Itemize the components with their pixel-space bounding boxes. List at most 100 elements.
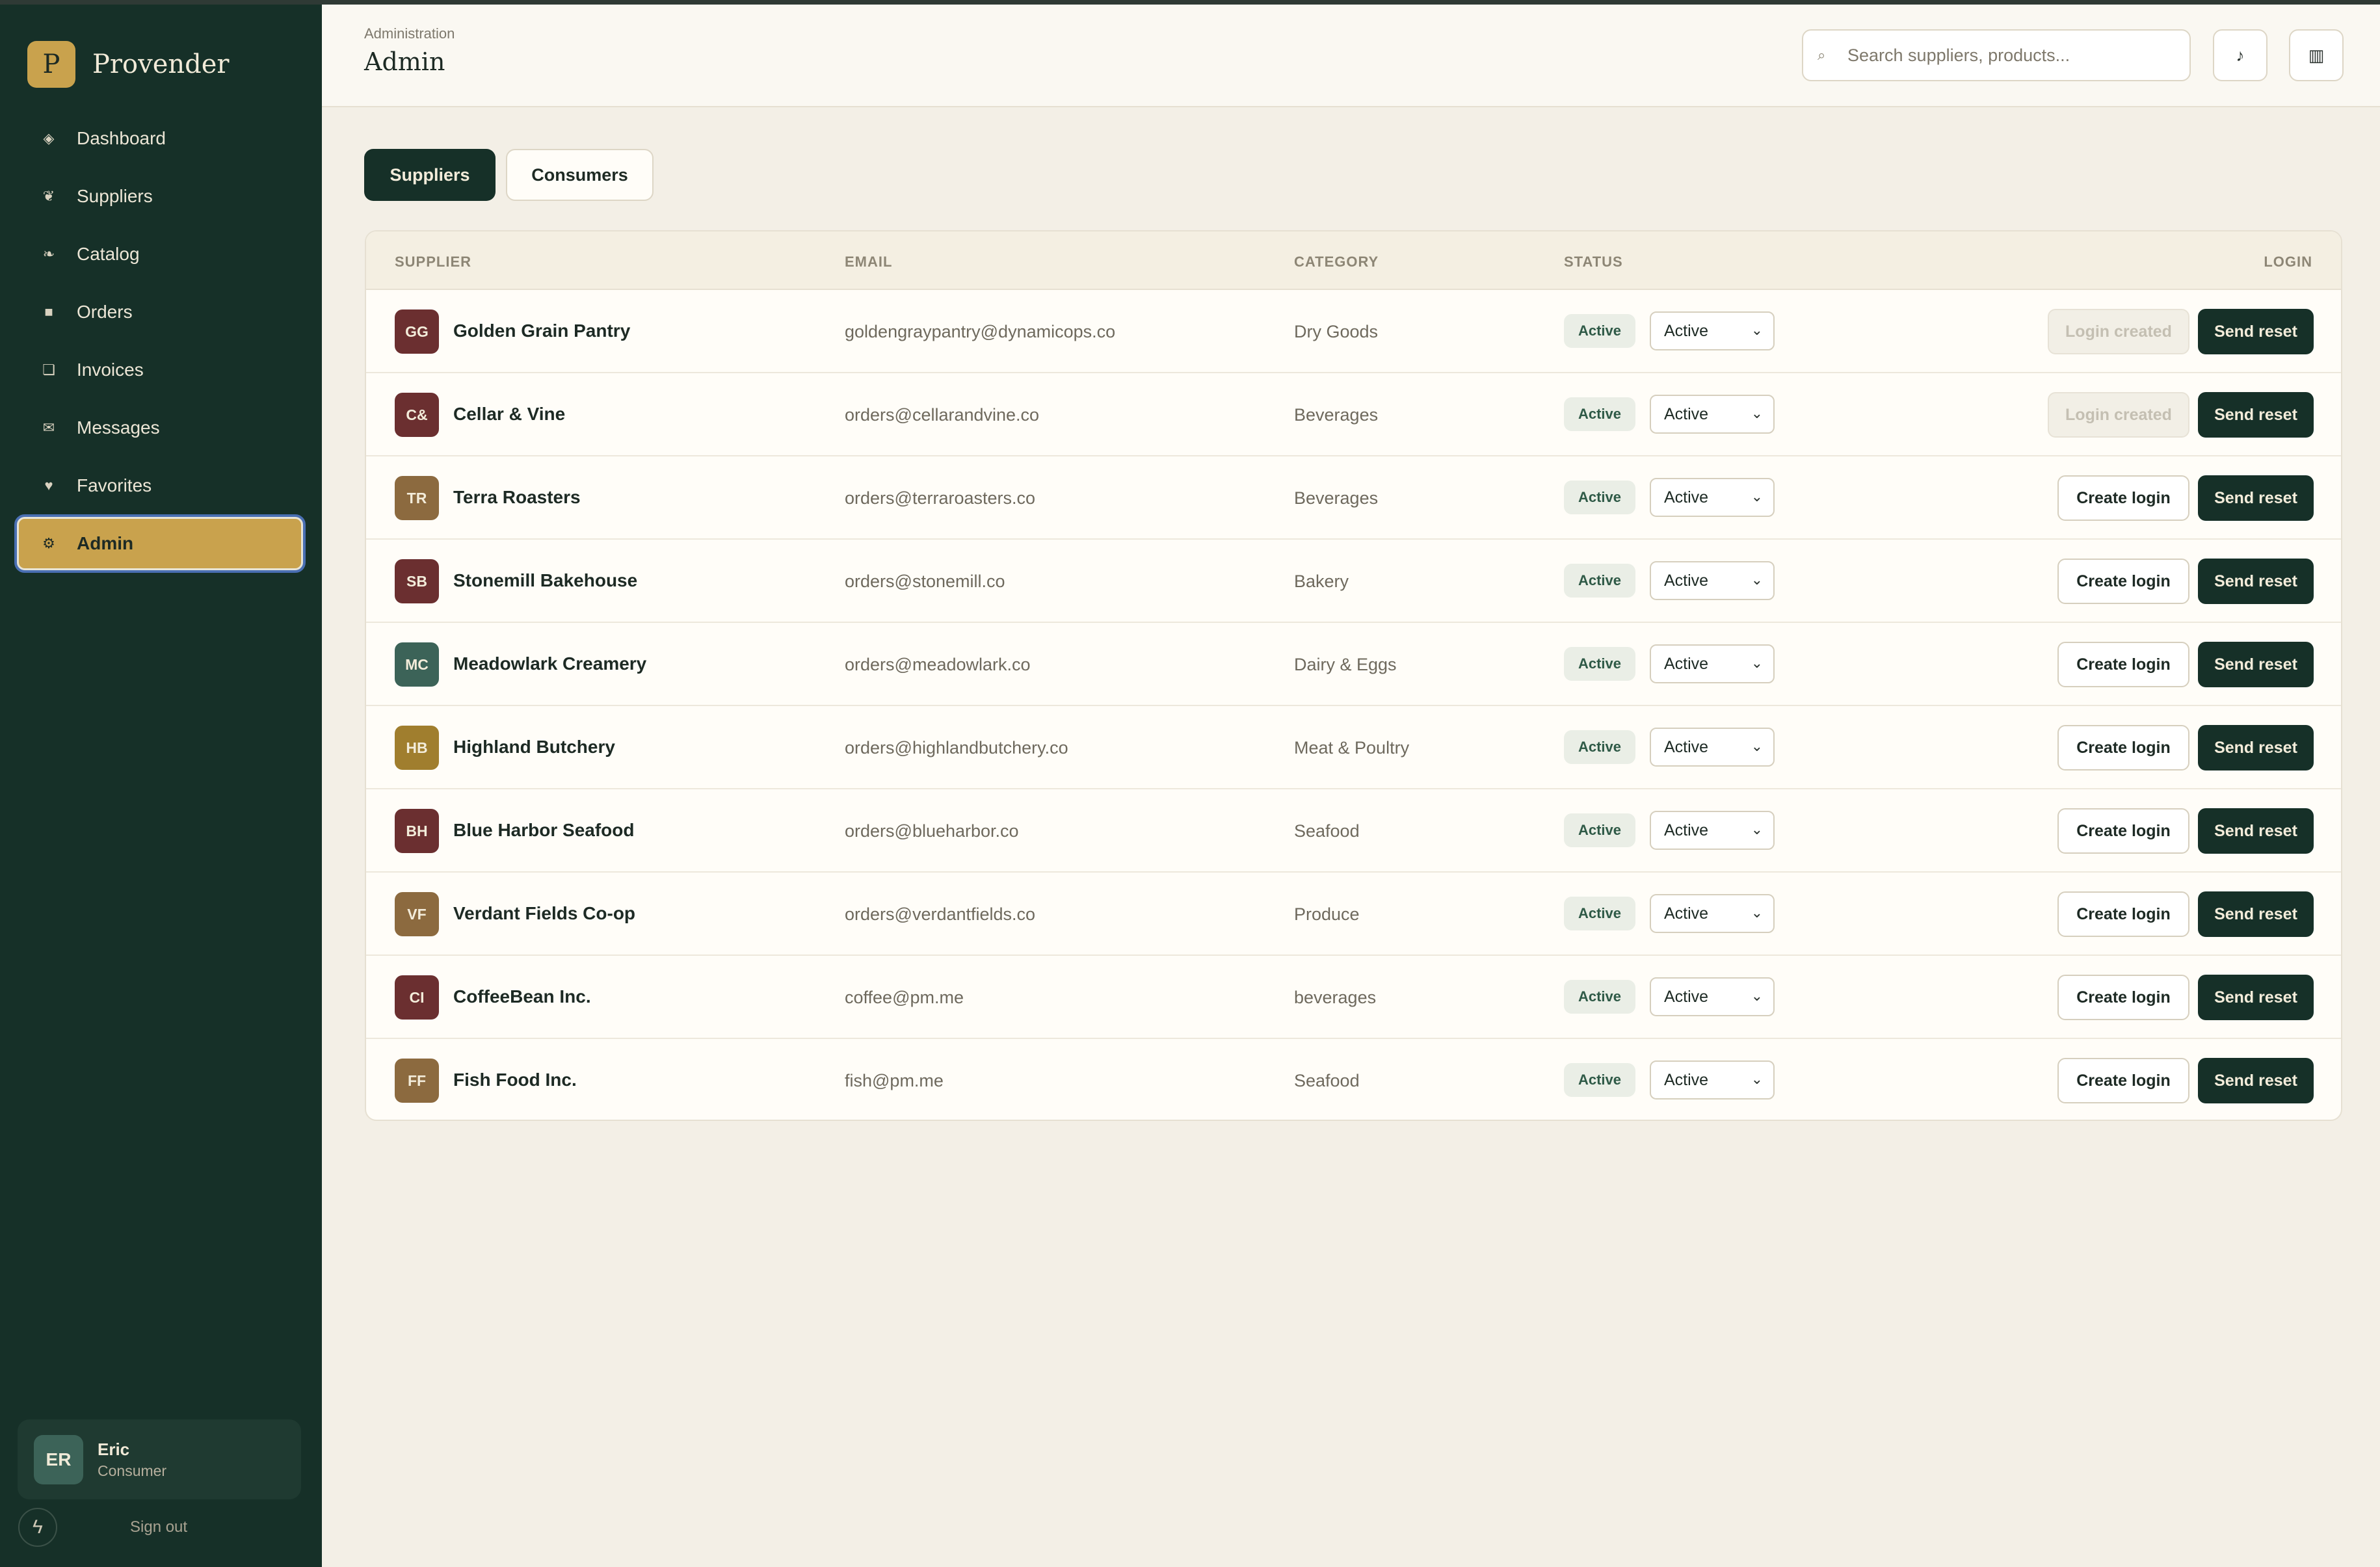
brand-logo: P — [27, 41, 75, 88]
status-badge: Active — [1564, 314, 1635, 348]
brand[interactable]: P Provender — [27, 41, 230, 88]
supplier-name: Highland Butchery — [453, 737, 615, 757]
status-select-value: Active — [1664, 571, 1709, 590]
supplier-avatar: C& — [395, 393, 439, 437]
tab-consumers[interactable]: Consumers — [506, 149, 654, 201]
create-login-button[interactable]: Create login — [2057, 475, 2189, 521]
sidebar-item-dashboard[interactable]: ◈ Dashboard — [16, 111, 304, 166]
supplier-category: Seafood — [1294, 821, 1360, 841]
send-reset-button[interactable]: Send reset — [2198, 309, 2314, 354]
supplier-email: orders@stonemill.co — [845, 572, 1005, 591]
status-badge: Active — [1564, 647, 1635, 681]
login-created-button: Login created — [2048, 309, 2189, 354]
search-input[interactable] — [1847, 45, 2186, 66]
status-select[interactable]: Active ⌄ — [1650, 644, 1775, 683]
status-select-value: Active — [1664, 654, 1709, 673]
table-header: SUPPLIER EMAIL CATEGORY STATUS LOGIN — [366, 231, 2341, 290]
send-reset-button[interactable]: Send reset — [2198, 808, 2314, 854]
send-reset-button[interactable]: Send reset — [2198, 1058, 2314, 1103]
sidebar-item-label: Suppliers — [77, 186, 153, 206]
sidebar-nav: ◈ Dashboard ❦ Suppliers ❧ Catalog ■ Orders ❏ Invo… — [14, 111, 306, 573]
search-box[interactable]: ⌕ — [1802, 29, 2191, 81]
status-select[interactable]: Active ⌄ — [1650, 478, 1775, 517]
chevron-down-icon: ⌄ — [1751, 572, 1763, 588]
status-badge: Active — [1564, 564, 1635, 598]
status-select[interactable]: Active ⌄ — [1650, 395, 1775, 434]
create-login-button[interactable]: Create login — [2057, 975, 2189, 1020]
avatar: ER — [34, 1434, 83, 1484]
supplier-avatar: FF — [395, 1059, 439, 1103]
status-select[interactable]: Active ⌄ — [1650, 1060, 1775, 1100]
supplier-email: orders@highlandbutchery.co — [845, 738, 1068, 757]
supplier-avatar: GG — [395, 309, 439, 354]
panel-icon: ▥ — [2308, 45, 2325, 65]
music-button[interactable]: ♪ — [2213, 29, 2268, 81]
status-select-value: Active — [1664, 488, 1709, 507]
table-row: CI CoffeeBean Inc. coffee@pm.me beverages Ac… — [366, 956, 2341, 1039]
messages-icon: ✉ — [42, 419, 55, 436]
supplier-avatar: VF — [395, 892, 439, 936]
sidebar-item-label: Orders — [77, 302, 133, 322]
supplier-category: Dairy & Eggs — [1294, 655, 1397, 674]
panel-button[interactable]: ▥ — [2289, 29, 2344, 81]
create-login-button[interactable]: Create login — [2057, 891, 2189, 937]
status-select-value: Active — [1664, 404, 1709, 423]
status-select[interactable]: Active ⌄ — [1650, 811, 1775, 850]
chevron-down-icon: ⌄ — [1751, 488, 1763, 505]
chevron-down-icon: ⌄ — [1751, 1071, 1763, 1087]
supplier-avatar: HB — [395, 726, 439, 770]
sign-out-link[interactable]: Sign out — [130, 1518, 187, 1536]
status-select[interactable]: Active ⌄ — [1650, 977, 1775, 1016]
supplier-name: Cellar & Vine — [453, 404, 566, 424]
status-select[interactable]: Active ⌄ — [1650, 894, 1775, 933]
chevron-down-icon: ⌄ — [1751, 655, 1763, 671]
supplier-category: beverages — [1294, 988, 1377, 1007]
chevron-down-icon: ⌄ — [1751, 738, 1763, 754]
supplier-avatar: SB — [395, 559, 439, 603]
supplier-email: orders@blueharbor.co — [845, 821, 1019, 841]
send-reset-button[interactable]: Send reset — [2198, 975, 2314, 1020]
user-card[interactable]: ER Eric Consumer — [18, 1419, 301, 1499]
send-reset-button[interactable]: Send reset — [2198, 475, 2314, 521]
supplier-avatar: CI — [395, 975, 439, 1020]
column-header-supplier: SUPPLIER — [395, 254, 472, 270]
create-login-button[interactable]: Create login — [2057, 808, 2189, 854]
table-row: TR Terra Roasters orders@terraroasters.co B… — [366, 456, 2341, 540]
send-reset-button[interactable]: Send reset — [2198, 392, 2314, 438]
create-login-button[interactable]: Create login — [2057, 1058, 2189, 1103]
table-row: SB Stonemill Bakehouse orders@stonemill.co… — [366, 540, 2341, 623]
lightning-icon[interactable]: ϟ — [18, 1508, 57, 1547]
search-icon: ⌕ — [1818, 47, 1826, 63]
sidebar-item-orders[interactable]: ■ Orders — [16, 284, 304, 340]
dashboard-icon: ◈ — [43, 130, 55, 146]
tab-suppliers[interactable]: Suppliers — [364, 149, 496, 201]
send-reset-button[interactable]: Send reset — [2198, 725, 2314, 770]
status-select[interactable]: Active ⌄ — [1650, 728, 1775, 767]
status-badge: Active — [1564, 813, 1635, 847]
admin-icon: ⚙ — [42, 535, 55, 551]
send-reset-button[interactable]: Send reset — [2198, 642, 2314, 687]
create-login-button[interactable]: Create login — [2057, 642, 2189, 687]
invoices-icon: ❏ — [42, 362, 55, 378]
sidebar-item-label: Dashboard — [77, 128, 166, 148]
status-select[interactable]: Active ⌄ — [1650, 561, 1775, 600]
sidebar-item-catalog[interactable]: ❧ Catalog — [16, 226, 304, 282]
suppliers-table: SUPPLIER EMAIL CATEGORY STATUS LOGIN GG G… — [365, 230, 2342, 1121]
brand-name: Provender — [92, 49, 230, 79]
sidebar-item-admin[interactable]: ⚙ Admin — [14, 514, 306, 573]
table-row: MC Meadowlark Creamery orders@meadowlark.c… — [366, 623, 2341, 706]
send-reset-button[interactable]: Send reset — [2198, 559, 2314, 604]
sidebar-item-suppliers[interactable]: ❦ Suppliers — [16, 168, 304, 224]
chevron-down-icon: ⌄ — [1751, 405, 1763, 421]
supplier-name: Blue Harbor Seafood — [453, 820, 635, 840]
sidebar-item-favorites[interactable]: ♥ Favorites — [16, 458, 304, 514]
status-select[interactable]: Active ⌄ — [1650, 311, 1775, 350]
sidebar-item-label: Messages — [77, 417, 160, 438]
supplier-name: Terra Roasters — [453, 487, 581, 507]
sidebar-item-invoices[interactable]: ❏ Invoices — [16, 342, 304, 398]
send-reset-button[interactable]: Send reset — [2198, 891, 2314, 937]
sidebar: P Provender ◈ Dashboard ❦ Suppliers ❧ Catalog… — [0, 0, 322, 1567]
create-login-button[interactable]: Create login — [2057, 559, 2189, 604]
create-login-button[interactable]: Create login — [2057, 725, 2189, 770]
sidebar-item-messages[interactable]: ✉ Messages — [16, 400, 304, 456]
